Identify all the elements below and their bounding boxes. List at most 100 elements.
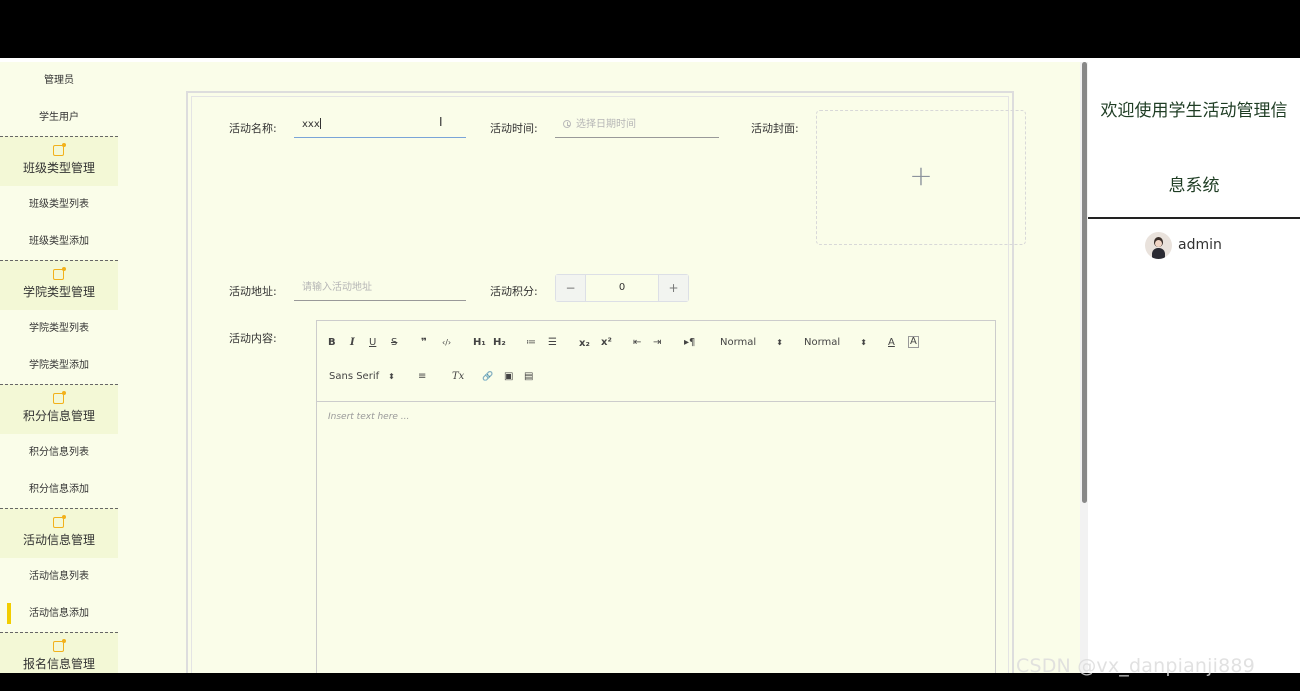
link-button[interactable]: 🔗 xyxy=(482,370,493,384)
activity-time-picker[interactable]: 选择日期时间 xyxy=(555,112,719,138)
sidebar-group-label: 报名信息管理 xyxy=(22,657,95,671)
editor-content-area[interactable]: Insert text here ... xyxy=(317,402,995,673)
sidebar-item[interactable]: 活动信息列表 xyxy=(0,558,118,595)
sidebar-group[interactable]: 积分信息管理 xyxy=(0,384,118,434)
bold-button[interactable]: B xyxy=(328,336,336,350)
outdent-button[interactable]: ⇤ xyxy=(633,336,641,350)
sidebar-group-label: 班级类型管理 xyxy=(22,161,95,175)
top-black-bar xyxy=(0,0,1300,58)
menu-folder-icon xyxy=(53,143,66,156)
menu-folder-icon xyxy=(53,267,66,280)
size-picker[interactable]: Normal ⬍ xyxy=(720,336,783,350)
header-panel: 欢迎使用学生活动管理信 息系统 admin xyxy=(1088,62,1300,673)
sidebar: 管理员学生用户班级类型管理 班级类型列表 班级类型添加 学院类型管理 学院类型列表 学院类… xyxy=(0,62,118,673)
watermark-text: CSDN @vx_danpianji889 xyxy=(1016,655,1255,677)
sidebar-group[interactable]: 班级类型管理 xyxy=(0,136,118,186)
italic-button[interactable]: I xyxy=(350,336,355,350)
activity-time-placeholder: 选择日期时间 xyxy=(576,119,636,130)
image-button[interactable]: ▣ xyxy=(504,370,513,384)
sidebar-group[interactable]: 学院类型管理 xyxy=(0,260,118,310)
background-color-button[interactable]: A xyxy=(908,336,919,348)
app-window: 管理员学生用户班级类型管理 班级类型列表 班级类型添加 学院类型管理 学院类型列表 学院类… xyxy=(0,58,1300,673)
indent-button[interactable]: ⇥ xyxy=(653,336,661,350)
sidebar-item-label: 学生用户 xyxy=(39,112,79,123)
menu-folder-icon xyxy=(53,639,66,652)
activity-name-label: 活动名称: xyxy=(229,122,277,135)
main-content: 活动名称: xxx I 活动时间: 选择日期时间 活动封面: + 活动地址: 请… xyxy=(118,62,1080,673)
updown-arrow-icon: ⬍ xyxy=(860,338,867,347)
activity-address-input[interactable]: 请输入活动地址 xyxy=(294,275,466,301)
sidebar-item-label: 班级类型添加 xyxy=(29,236,89,247)
sidebar-item[interactable]: 管理员 xyxy=(0,62,118,99)
sidebar-group[interactable]: 活动信息管理 xyxy=(0,508,118,558)
sidebar-group-label: 活动信息管理 xyxy=(22,533,95,547)
editor-placeholder: Insert text here ... xyxy=(328,412,410,422)
updown-arrow-icon: ⬍ xyxy=(776,338,783,347)
sidebar-item-active[interactable]: 活动信息添加 xyxy=(0,595,118,632)
decrement-button[interactable]: − xyxy=(556,275,586,301)
font-color-button[interactable]: A xyxy=(888,336,895,350)
video-button[interactable]: ▤ xyxy=(524,370,533,384)
sidebar-item-label: 班级类型列表 xyxy=(29,199,89,210)
activity-cover-label: 活动封面: xyxy=(751,122,799,135)
ordered-list-button[interactable]: ≔ xyxy=(526,336,536,350)
increment-button[interactable]: + xyxy=(658,275,688,301)
header-picker-value: Normal xyxy=(804,337,841,348)
ibeam-cursor-icon: I xyxy=(439,115,443,129)
underline-button[interactable]: U xyxy=(369,336,376,350)
activity-time-label: 活动时间: xyxy=(490,122,538,135)
sidebar-item[interactable]: 学院类型添加 xyxy=(0,347,118,384)
points-value[interactable]: 0 xyxy=(586,275,658,301)
points-stepper: − 0 + xyxy=(555,274,689,302)
header-picker[interactable]: Normal ⬍ xyxy=(804,336,867,350)
header-divider xyxy=(1088,217,1300,219)
active-indicator xyxy=(7,603,11,624)
strikethrough-button[interactable]: S xyxy=(391,336,397,350)
header1-button[interactable]: H₁ xyxy=(473,336,486,350)
code-block-button[interactable]: ‹/› xyxy=(442,336,451,350)
sidebar-item-label: 管理员 xyxy=(44,75,74,86)
activity-content-label: 活动内容: xyxy=(229,332,277,345)
main-scrollbar[interactable] xyxy=(1080,62,1088,673)
clean-format-button[interactable]: Tx xyxy=(452,370,464,384)
sidebar-item[interactable]: 学院类型列表 xyxy=(0,310,118,347)
bullet-list-button[interactable]: ☰ xyxy=(548,336,557,350)
sidebar-item-label: 活动信息添加 xyxy=(29,608,89,619)
sidebar-group-label: 学院类型管理 xyxy=(22,285,95,299)
sidebar-item[interactable]: 积分信息添加 xyxy=(0,471,118,508)
scrollbar-thumb[interactable] xyxy=(1082,62,1087,503)
align-button[interactable]: ≡ xyxy=(418,370,426,384)
sidebar-item[interactable]: 班级类型添加 xyxy=(0,223,118,260)
text-direction-button[interactable]: ▸¶ xyxy=(684,336,695,350)
blockquote-button[interactable]: ❞ xyxy=(421,336,427,350)
sidebar-item[interactable]: 积分信息列表 xyxy=(0,434,118,471)
size-picker-value: Normal xyxy=(720,337,757,348)
plus-icon: + xyxy=(909,159,933,192)
sidebar-item-label: 活动信息列表 xyxy=(29,571,89,582)
header2-button[interactable]: H₂ xyxy=(493,336,506,350)
activity-address-placeholder: 请输入活动地址 xyxy=(302,282,372,293)
sidebar-item-label: 学院类型添加 xyxy=(29,360,89,371)
sidebar-item-label: 积分信息列表 xyxy=(29,447,89,458)
avatar[interactable] xyxy=(1145,232,1172,259)
menu-folder-icon xyxy=(53,391,66,404)
font-picker[interactable]: Sans Serif ⬍ xyxy=(329,370,395,384)
sidebar-item[interactable]: 学生用户 xyxy=(0,99,118,136)
subscript-button[interactable]: x₂ xyxy=(579,337,590,351)
superscript-button[interactable]: x² xyxy=(601,336,612,350)
rich-text-editor: B I U S ❞ ‹/› H₁ H₂ ≔ ☰ x₂ x² ⇤ ⇥ ▸¶ Nor… xyxy=(316,320,996,673)
welcome-title-line2: 息系统 xyxy=(1168,176,1220,196)
welcome-title-line1: 欢迎使用学生活动管理信 xyxy=(1100,101,1288,121)
sidebar-item[interactable]: 班级类型列表 xyxy=(0,186,118,223)
activity-name-value: xxx xyxy=(302,119,320,130)
sidebar-item-label: 学院类型列表 xyxy=(29,323,89,334)
menu-folder-icon xyxy=(53,515,66,528)
username-label[interactable]: admin xyxy=(1178,237,1222,253)
activity-address-label: 活动地址: xyxy=(229,285,277,298)
sidebar-group[interactable]: 报名信息管理 xyxy=(0,632,118,673)
editor-toolbar: B I U S ❞ ‹/› H₁ H₂ ≔ ☰ x₂ x² ⇤ ⇥ ▸¶ Nor… xyxy=(317,321,995,402)
sidebar-group-label: 积分信息管理 xyxy=(22,409,95,423)
cover-upload-box[interactable]: + xyxy=(816,110,1026,245)
sidebar-item-label: 积分信息添加 xyxy=(29,484,89,495)
text-caret xyxy=(319,118,321,129)
